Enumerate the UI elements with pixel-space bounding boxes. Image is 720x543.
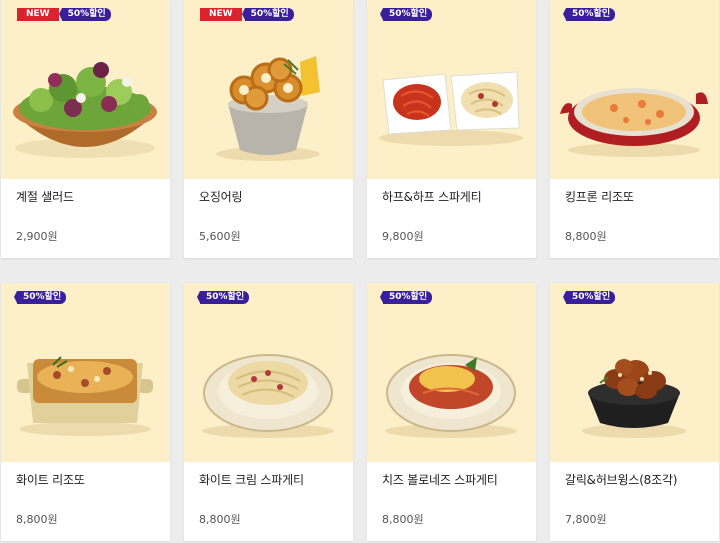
product-card[interactable]: 50%할인 화이트 크림 스파게티 8,800원 <box>184 283 353 541</box>
squid-rings-image <box>216 56 320 161</box>
product-info: 하프&하프 스파게티 9,800원 <box>367 179 536 258</box>
badge-group: NEW 50%할인 <box>17 8 111 21</box>
product-thumbnail[interactable]: NEW 50%할인 <box>1 0 170 179</box>
half-half-spaghetti-image <box>379 71 523 146</box>
product-name[interactable]: 화이트 크림 스파게티 <box>199 471 304 488</box>
product-card[interactable]: 50%할인 치즈 볼로네즈 스파게티 8,800원 <box>367 283 536 541</box>
product-price: 2,900원 <box>16 230 58 243</box>
product-name[interactable]: 오징어링 <box>199 188 243 205</box>
new-badge: NEW <box>17 8 59 21</box>
product-price: 9,800원 <box>382 230 424 243</box>
white-cream-spaghetti-image <box>202 354 334 438</box>
salad-bowl-image <box>13 62 157 158</box>
sale-badge: 50%할인 <box>58 8 111 21</box>
product-thumbnail[interactable]: 50%할인 <box>367 0 536 179</box>
product-info: 계절 샐러드 2,900원 <box>1 179 170 258</box>
garlic-herb-wings-image <box>582 359 686 438</box>
product-info: 킹프론 리조또 8,800원 <box>550 179 719 258</box>
sale-badge: 50%할인 <box>562 8 616 21</box>
product-info: 치즈 볼로네즈 스파게티 8,800원 <box>367 462 536 541</box>
badge-group: 50%할인 <box>13 291 67 304</box>
white-risotto-image <box>17 356 153 436</box>
product-card[interactable]: NEW 50%할인 계절 샐러드 2,900원 <box>1 0 170 258</box>
product-info: 화이트 리조또 8,800원 <box>1 462 170 541</box>
cheese-bolognese-spaghetti-image <box>385 354 517 438</box>
product-info: 갈릭&허브윙스(8조각) 7,800원 <box>550 462 719 541</box>
product-card[interactable]: 50%할인 갈릭&허브윙스(8조각) 7,800원 <box>550 283 719 541</box>
product-name[interactable]: 화이트 리조또 <box>16 471 85 488</box>
badge-group: 50%할인 <box>379 291 433 304</box>
product-info: 화이트 크림 스파게티 8,800원 <box>184 462 353 541</box>
product-thumbnail[interactable]: 50%할인 <box>550 0 719 179</box>
product-name[interactable]: 치즈 볼로네즈 스파게티 <box>382 471 498 488</box>
product-name[interactable]: 킹프론 리조또 <box>565 188 634 205</box>
product-thumbnail[interactable]: 50%할인 <box>1 283 170 462</box>
sale-badge: 50%할인 <box>13 291 67 304</box>
product-name[interactable]: 하프&하프 스파게티 <box>382 188 482 205</box>
product-thumbnail[interactable]: 50%할인 <box>184 283 353 462</box>
product-name[interactable]: 갈릭&허브윙스(8조각) <box>565 471 677 488</box>
product-grid: NEW 50%할인 계절 샐러드 2,900원 NEW 50%할인 오징어링 5… <box>0 0 720 543</box>
badge-group: 50%할인 <box>379 8 433 21</box>
product-name[interactable]: 계절 샐러드 <box>16 188 74 205</box>
new-badge: NEW <box>200 8 242 21</box>
product-price: 5,600원 <box>199 230 241 243</box>
product-thumbnail[interactable]: 50%할인 <box>367 283 536 462</box>
product-price: 8,800원 <box>199 513 241 526</box>
product-info: 오징어링 5,600원 <box>184 179 353 258</box>
product-price: 8,800원 <box>565 230 607 243</box>
product-price: 8,800원 <box>382 513 424 526</box>
sale-badge: 50%할인 <box>379 8 433 21</box>
product-card[interactable]: 50%할인 킹프론 리조또 8,800원 <box>550 0 719 258</box>
sale-badge: 50%할인 <box>241 8 294 21</box>
sale-badge: 50%할인 <box>196 291 250 304</box>
product-thumbnail[interactable]: NEW 50%할인 <box>184 0 353 179</box>
product-card[interactable]: 50%할인 하프&하프 스파게티 9,800원 <box>367 0 536 258</box>
product-card[interactable]: 50%할인 화이트 리조또 8,800원 <box>1 283 170 541</box>
product-price: 8,800원 <box>16 513 58 526</box>
badge-group: 50%할인 <box>196 291 250 304</box>
king-prawn-risotto-image <box>560 88 708 157</box>
product-thumbnail[interactable]: 50%할인 <box>550 283 719 462</box>
badge-group: NEW 50%할인 <box>200 8 294 21</box>
badge-group: 50%할인 <box>562 8 616 21</box>
sale-badge: 50%할인 <box>379 291 433 304</box>
badge-group: 50%할인 <box>562 291 616 304</box>
product-card[interactable]: NEW 50%할인 오징어링 5,600원 <box>184 0 353 258</box>
sale-badge: 50%할인 <box>562 291 616 304</box>
product-price: 7,800원 <box>565 513 607 526</box>
